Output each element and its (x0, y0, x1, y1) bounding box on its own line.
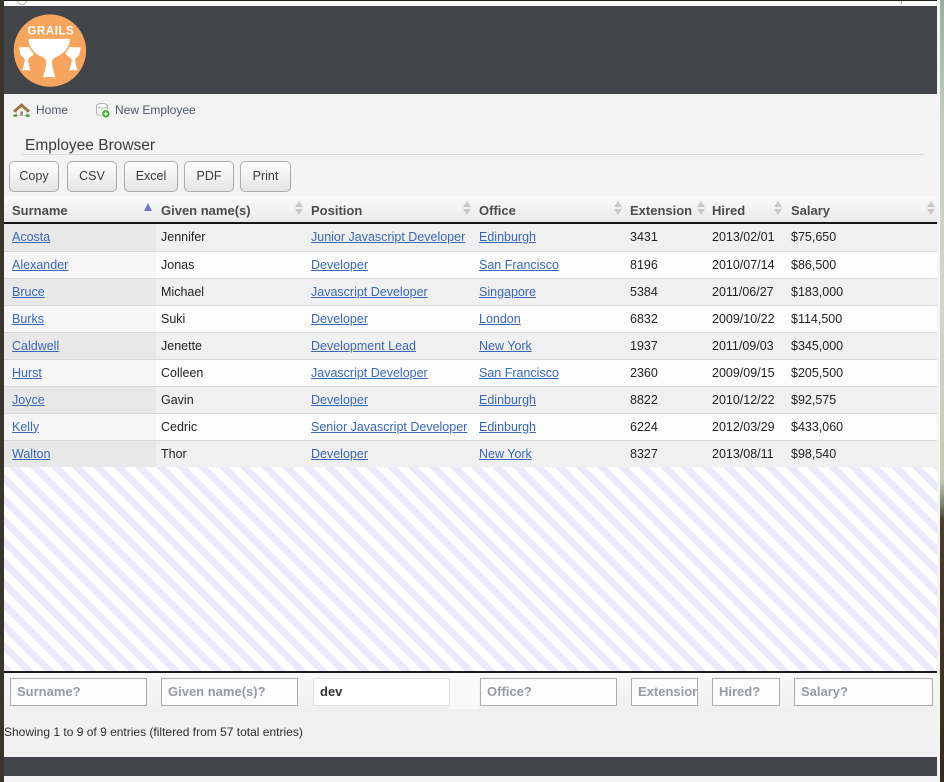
svg-text:GRAILS: GRAILS (27, 26, 74, 38)
